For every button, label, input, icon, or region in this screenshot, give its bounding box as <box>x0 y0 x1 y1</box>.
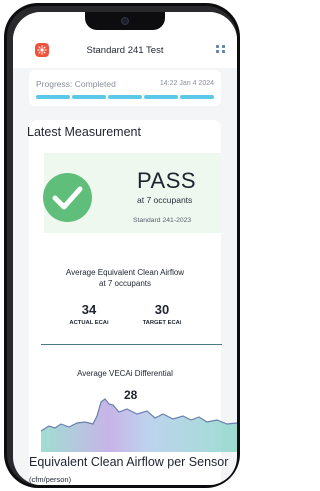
progress-segment <box>144 95 178 99</box>
progress-card: Progress: Completed 14:22 Jan 4 2024 <box>29 70 221 106</box>
differential-title: Average VECAi Differential <box>77 369 173 378</box>
section-divider <box>41 344 222 345</box>
progress-status: Progress: Completed <box>36 79 116 89</box>
result-status: PASS <box>137 168 197 193</box>
target-ecai-label: TARGET ECAi <box>142 320 182 326</box>
progress-segment <box>180 95 214 99</box>
page-title: Standard 241 Test <box>86 45 164 56</box>
result-occupants: at 7 occupants <box>137 195 193 205</box>
airflow-title: Average Equivalent Clean Airflow at 7 oc… <box>29 267 221 289</box>
camera-icon <box>121 17 129 25</box>
check-icon <box>43 173 92 222</box>
phone-notch <box>85 12 165 30</box>
progress-segment <box>72 95 106 99</box>
grid-icon[interactable] <box>216 45 225 54</box>
sensor-section-title: Equivalent Clean Airflow per Sensor (cfm… <box>29 454 237 485</box>
actual-ecai-value: 34 <box>81 302 97 317</box>
sparkline-area <box>41 399 237 452</box>
actual-ecai-label: ACTUAL ECAi <box>69 320 109 326</box>
sensor-section-heading: Equivalent Clean Airflow per Sensor <box>29 455 229 469</box>
target-ecai-value: 30 <box>154 302 170 317</box>
progress-bar <box>36 95 214 99</box>
latest-measurement-title: Latest Measurement <box>27 125 141 139</box>
phone-frame: Standard 241 Test Progress: Completed 14… <box>4 3 240 488</box>
airflow-title-line1: Average Equivalent Clean Airflow <box>65 268 185 277</box>
progress-segment <box>108 95 142 99</box>
progress-segment <box>36 95 70 99</box>
result-standard: Standard 241-2023 <box>133 217 192 224</box>
differential-sparkline <box>41 398 237 452</box>
progress-timestamp: 14:22 Jan 4 2024 <box>159 80 214 87</box>
app-screen: Standard 241 Test Progress: Completed 14… <box>13 12 237 485</box>
sensor-section-unit: (cfm/person) <box>29 475 72 484</box>
phone-bezel: Standard 241 Test Progress: Completed 14… <box>7 6 237 485</box>
airflow-title-line2: at 7 occupants <box>98 279 152 288</box>
